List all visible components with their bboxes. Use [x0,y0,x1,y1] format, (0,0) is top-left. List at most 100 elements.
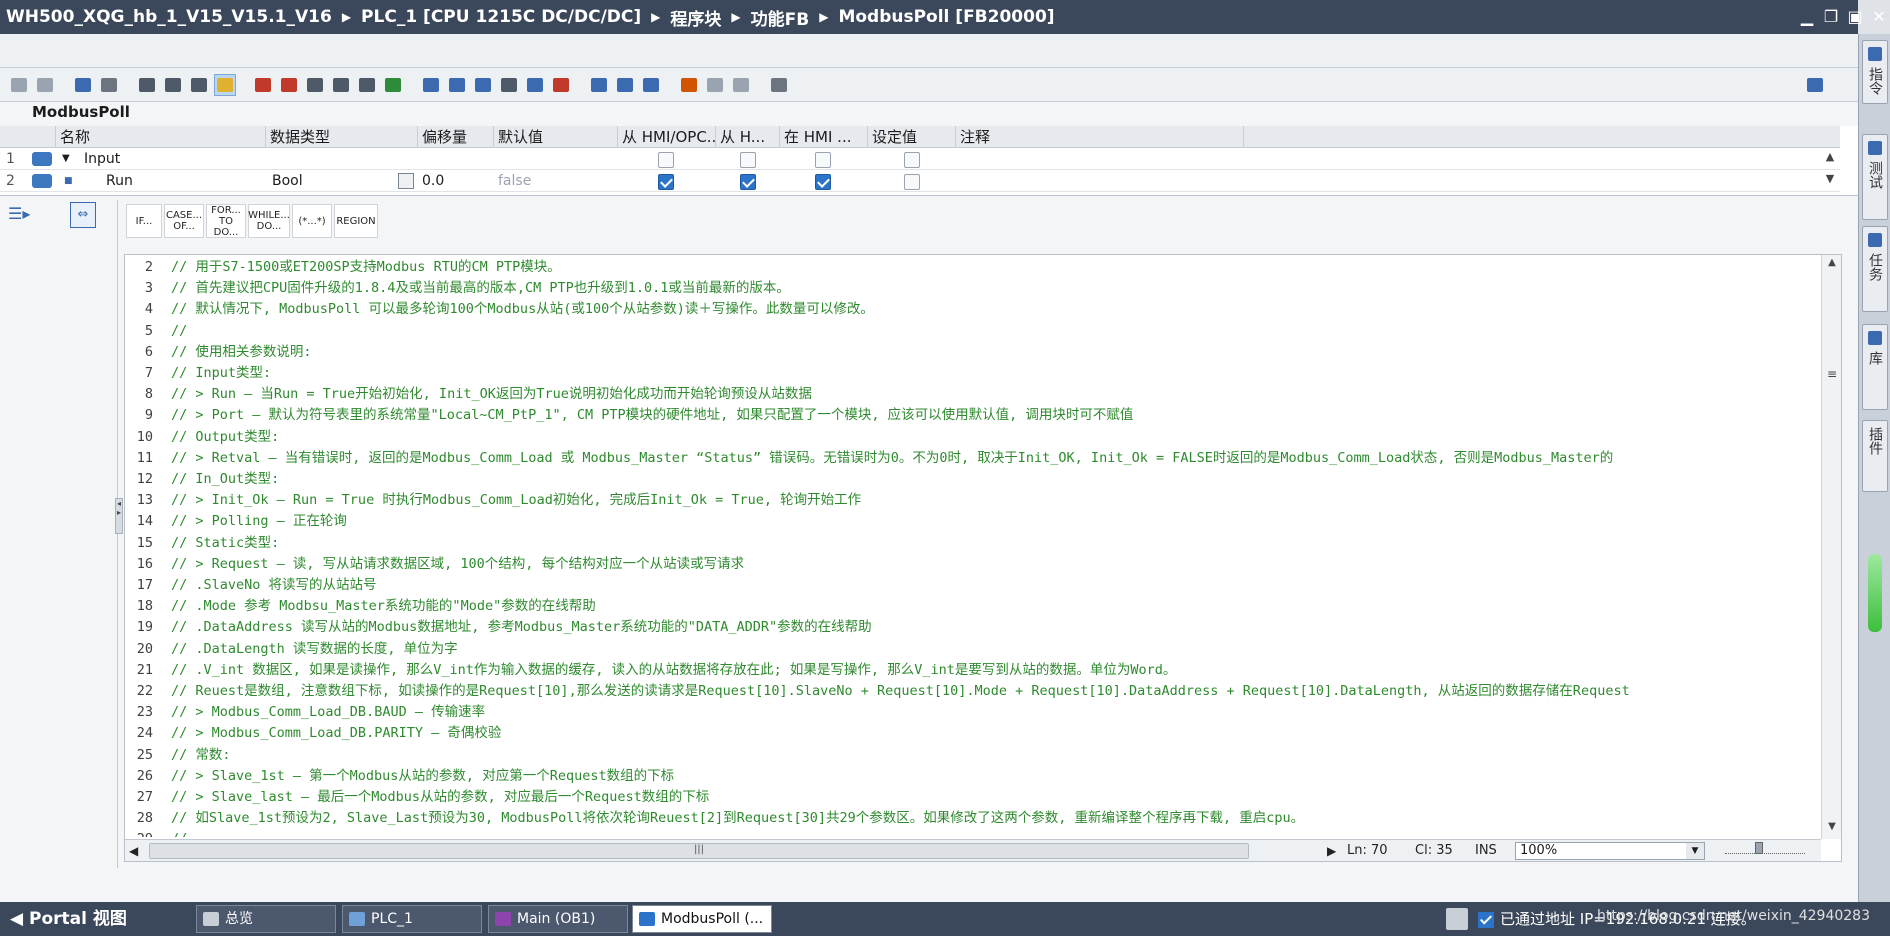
next-icon[interactable] [640,74,662,96]
code-comment[interactable]: // .Mode 参考 Modbsu_Master系统功能的"Mode"参数的在… [171,598,596,614]
code-editor[interactable]: 2 // 用于S7-1500或ET200SP支持Modbus RTU的CM PTP… [124,254,1842,862]
col-from-hmi[interactable]: 从 H... [716,126,780,148]
code-comment[interactable]: // > Slave_1st — 第一个Modbus从站的参数, 对应第一个Re… [171,768,674,784]
code-lines[interactable]: 2 // 用于S7-1500或ET200SP支持Modbus RTU的CM PTP… [125,257,1819,837]
code-comment[interactable]: // 用于S7-1500或ET200SP支持Modbus RTU的CM PTP模… [171,259,561,275]
code-comment[interactable]: // > Init_Ok — Run = True 时执行Modbus_Comm… [171,492,861,508]
step-over-icon[interactable] [330,74,352,96]
check-icon[interactable] [382,74,404,96]
taskbar-tab-plc[interactable]: PLC_1 [342,905,482,933]
tab-tasks[interactable]: 任务 [1862,226,1888,312]
watch-icon[interactable] [678,74,700,96]
indent-left-icon[interactable] [420,74,442,96]
code-comment[interactable]: // Output类型: [171,429,279,445]
step-icon[interactable] [304,74,326,96]
if-button[interactable]: IF... [126,204,162,238]
code-comment[interactable]: // .SlaveNo 将读写的从站站号 [171,577,377,593]
status-list-icon[interactable] [1446,908,1468,930]
scroll-up-icon[interactable]: ▲ [1822,150,1838,168]
datatype-dropdown-icon[interactable] [398,173,414,189]
code-line[interactable]: 22 // Reuest是数组, 注意数组下标, 如读操作的是Request[10… [125,681,1630,702]
code-line[interactable]: 2 // 用于S7-1500或ET200SP支持Modbus RTU的CM PTP… [125,257,561,278]
col-setpoint[interactable]: 设定值 [868,126,956,148]
code-line[interactable]: 20 // .DataLength 读写数据的长度, 单位为字 [125,639,458,660]
code-comment[interactable]: // .V_int 数据区, 如果是读操作, 那么V_int作为输入数据的缓存,… [171,662,1176,678]
code-line[interactable]: 27 // > Slave_last — 最后一个Modbus从站的参数, 对应最… [125,787,709,808]
tab-addins[interactable]: 插件 [1862,420,1888,492]
code-comment[interactable]: // > Run — 当Run = True开始初始化, Init_OK返回为T… [171,386,812,402]
row-default[interactable]: false [498,170,531,192]
col-datatype[interactable]: 数据类型 [266,126,418,148]
col-default[interactable]: 默认值 [494,126,618,148]
code-line[interactable]: 29// [125,829,188,837]
code-line[interactable]: 15 // Static类型: [125,533,280,554]
code-comment[interactable]: // [171,323,187,339]
insert-network-icon[interactable] [8,74,30,96]
table-row[interactable]: 2 ■ Run Bool 0.0 false ▼ [0,170,1840,192]
uncomment-icon[interactable] [524,74,546,96]
col-hmi-opc[interactable]: 从 HMI/OPC... [618,126,716,148]
taskbar-tab-modbuspoll[interactable]: ModbusPoll (... [632,905,772,933]
code-line[interactable]: 26 // > Slave_1st — 第一个Modbus从站的参数, 对应第一个… [125,766,674,787]
col-name[interactable]: 名称 [56,126,266,148]
breakpoint-icon[interactable] [252,74,274,96]
scroll-down-icon[interactable]: ▼ [1822,172,1838,190]
code-line[interactable]: 21 // .V_int 数据区, 如果是读操作, 那么V_int作为输入数据的缓… [125,660,1177,681]
col-in-hmi[interactable]: 在 HMI ... [780,126,868,148]
code-comment[interactable]: // Static类型: [171,535,279,551]
tab-libraries[interactable]: 库 [1862,324,1888,410]
code-line[interactable]: 18 // .Mode 参考 Modbsu_Master系统功能的"Mode"参数… [125,596,596,617]
scroll-grip-icon[interactable]: ≡ [1824,367,1840,383]
breadcrumb-program-blocks[interactable]: 程序块 [670,5,721,30]
code-comment[interactable]: // [171,831,187,837]
setpoint-checkbox[interactable] [904,174,920,190]
code-line[interactable]: 9 // > Port — 默认为符号表里的系统常量"Local~CM_PtP_1… [125,405,1134,426]
breadcrumb-fb[interactable]: 功能FB [751,5,810,30]
scroll-right-icon[interactable]: ▶ [1327,842,1336,860]
row-name[interactable]: Run [106,170,133,192]
code-comment[interactable]: // .DataAddress 读写从站的Modbus数据地址, 参考Modbu… [171,619,872,635]
structure-icon[interactable]: ☰▸ [8,204,34,230]
code-line[interactable]: 5 // [125,321,187,342]
zoom-select[interactable]: 100% ▼ [1515,842,1705,860]
scroll-up-icon[interactable]: ▲ [1824,257,1840,273]
code-comment[interactable]: // Reuest是数组, 注意数组下标, 如读操作的是Request[10],… [171,683,1630,699]
case-button[interactable]: CASE... OF... [164,204,204,238]
go-to-icon[interactable] [72,74,94,96]
hmi-opc-checkbox[interactable] [658,152,674,168]
code-line[interactable]: 11 // > Retval — 当有错误时, 返回的是Modbus_Comm_L… [125,448,1614,469]
layout-icon[interactable] [1804,74,1826,96]
region-button[interactable]: REGION [334,204,378,238]
col-offset[interactable]: 偏移量 [418,126,494,148]
code-line[interactable]: 17 // .SlaveNo 将读写的从站站号 [125,575,377,596]
delete-network-icon[interactable] [34,74,56,96]
code-line[interactable]: 24 // > Modbus_Comm_Load_DB.PARITY — 奇偶校验 [125,723,502,744]
taskbar-tab-main[interactable]: Main (OB1) [488,905,628,933]
row-name[interactable]: Input [84,148,120,170]
in-hmi-checkbox[interactable] [815,174,831,190]
minimize-icon[interactable]: ▁ [1798,8,1816,26]
code-line[interactable]: 6 // 使用相关参数说明: [125,342,312,363]
indent-right-icon[interactable] [446,74,468,96]
code-line[interactable]: 23 // > Modbus_Comm_Load_DB.BAUD — 传输速率 [125,702,485,723]
code-comment[interactable]: // .DataLength 读写数据的长度, 单位为字 [171,641,458,657]
scroll-down-icon[interactable]: ▼ [1824,821,1840,837]
hmi-opc-checkbox[interactable] [658,174,674,190]
restore-icon[interactable]: ❐ [1822,8,1840,26]
vertical-scrollbar[interactable]: ▲ ≡ ▼ [1821,255,1841,839]
code-line[interactable]: 19 // .DataAddress 读写从站的Modbus数据地址, 参考Mod… [125,617,872,638]
outdent-icon[interactable] [472,74,494,96]
col-comment[interactable]: 注释 [956,126,1244,148]
row-datatype[interactable]: Bool [272,170,303,192]
code-line[interactable]: 25 // 常数: [125,745,231,766]
tab-testing[interactable]: 测试 [1862,134,1888,220]
code-comment[interactable]: // 首先建议把CPU固件升级的1.8.4及或当前最高的版本,CM PTP也升级… [171,280,790,296]
chevron-down-icon[interactable]: ▼ [1686,843,1704,859]
table-row[interactable]: 1 ▼ Input ▲ [0,148,1840,170]
prev-icon[interactable] [614,74,636,96]
list-icon[interactable] [136,74,158,96]
code-comment[interactable]: // 默认情况下, ModbusPoll 可以最多轮询100个Modbus从站(… [171,301,874,317]
pane-collapse-handle[interactable]: ◂ ▸ [115,498,123,534]
code-comment[interactable]: // > Slave_last — 最后一个Modbus从站的参数, 对应最后一… [171,789,709,805]
code-line[interactable]: 4 // 默认情况下, ModbusPoll 可以最多轮询100个Modbus从站… [125,299,874,320]
